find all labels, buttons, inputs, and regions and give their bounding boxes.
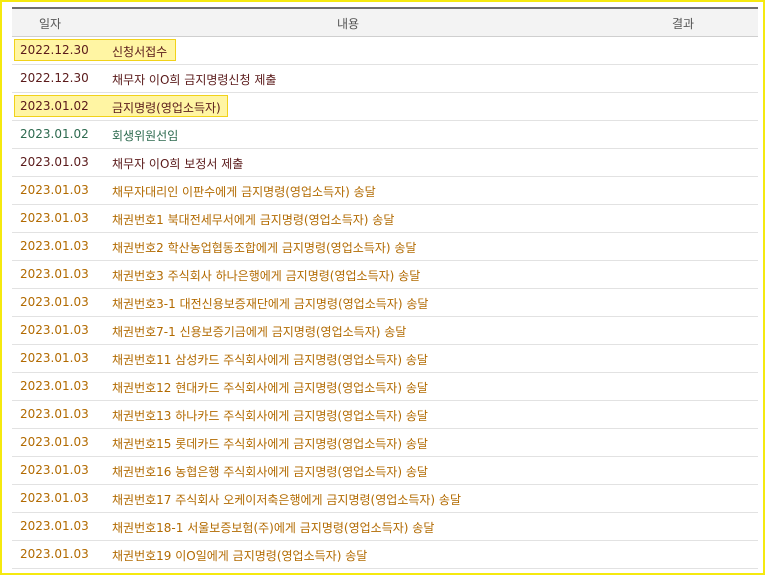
table-row: 2023.01.03 채무자 이O희 보정서 제출 bbox=[12, 149, 758, 177]
row-date: 2023.01.03 bbox=[20, 295, 89, 309]
row-date: 2023.01.03 bbox=[20, 351, 89, 365]
row-date: 2023.01.03 bbox=[20, 183, 89, 197]
row-date: 2023.01.03 bbox=[20, 379, 89, 393]
table-header: 일자 내용 결과 bbox=[12, 7, 758, 37]
row-date: 2023.01.02 bbox=[20, 99, 89, 113]
row-date: 2023.01.03 bbox=[20, 435, 89, 449]
row-date: 2023.01.03 bbox=[20, 407, 89, 421]
header-result: 결과 bbox=[672, 17, 695, 31]
row-date: 2023.01.03 bbox=[20, 239, 89, 253]
row-date: 2023.01.03 bbox=[20, 323, 89, 337]
table-row: 2023.01.03 채권번호17 주식회사 오케이저축은행에게 금지명령(영업… bbox=[12, 485, 758, 513]
row-date: 2022.12.30 bbox=[20, 71, 89, 85]
row-content: 채권번호19 이O일에게 금지명령(영업소득자) 송달 bbox=[112, 549, 368, 563]
table-row: 2023.01.02 금지명령(영업소득자) bbox=[12, 93, 758, 121]
table-row: 2023.01.03 채권번호3 주식회사 하나은행에게 금지명령(영업소득자)… bbox=[12, 261, 758, 289]
row-content: 채권번호12 현대카드 주식회사에게 금지명령(영업소득자) 송달 bbox=[112, 381, 428, 395]
row-content: 채무자 이O희 보정서 제출 bbox=[112, 157, 244, 171]
table-row: 2023.01.03 채권번호2 학산농업협동조합에게 금지명령(영업소득자) … bbox=[12, 233, 758, 261]
table-row: 2023.01.03 채권번호11 삼성카드 주식회사에게 금지명령(영업소득자… bbox=[12, 345, 758, 373]
row-content: 회생위원선임 bbox=[112, 129, 179, 143]
row-content: 채권번호15 롯데카드 주식회사에게 금지명령(영업소득자) 송달 bbox=[112, 437, 428, 451]
header-date: 일자 bbox=[39, 17, 62, 31]
row-date: 2023.01.03 bbox=[20, 155, 89, 169]
row-content: 채권번호11 삼성카드 주식회사에게 금지명령(영업소득자) 송달 bbox=[112, 353, 428, 367]
table-row: 2023.01.03 채권번호3-1 대전신용보증재단에게 금지명령(영업소득자… bbox=[12, 289, 758, 317]
highlight-frame: 일자 내용 결과 2022.12.30 신청서접수 2022.12.30 채무자… bbox=[0, 0, 765, 575]
row-content: 채권번호16 농협은행 주식회사에게 금지명령(영업소득자) 송달 bbox=[112, 465, 428, 479]
row-content: 금지명령(영업소득자) bbox=[112, 101, 221, 115]
table-row: 2023.01.03 채무자대리인 이판수에게 금지명령(영업소득자) 송달 bbox=[12, 177, 758, 205]
row-content: 채권번호1 북대전세무서에게 금지명령(영업소득자) 송달 bbox=[112, 213, 395, 227]
header-content: 내용 bbox=[337, 17, 360, 31]
row-date: 2023.01.03 bbox=[20, 211, 89, 225]
table-row: 2023.01.03 채권번호18-1 서울보증보험(주)에게 금지명령(영업소… bbox=[12, 513, 758, 541]
row-content: 채권번호7-1 신용보증기금에게 금지명령(영업소득자) 송달 bbox=[112, 325, 407, 339]
table-row: 2023.01.03 채권번호1 북대전세무서에게 금지명령(영업소득자) 송달 bbox=[12, 205, 758, 233]
row-content: 채무자대리인 이판수에게 금지명령(영업소득자) 송달 bbox=[112, 185, 376, 199]
row-content: 신청서접수 bbox=[112, 45, 168, 59]
row-content: 채권번호18-1 서울보증보험(주)에게 금지명령(영업소득자) 송달 bbox=[112, 521, 435, 535]
table-row: 2023.01.03 채권번호16 농협은행 주식회사에게 금지명령(영업소득자… bbox=[12, 457, 758, 485]
row-date: 2023.01.03 bbox=[20, 463, 89, 477]
row-content: 채무자 이O희 금지명령신청 제출 bbox=[112, 73, 277, 87]
case-history-table: 일자 내용 결과 2022.12.30 신청서접수 2022.12.30 채무자… bbox=[12, 7, 758, 569]
row-date: 2023.01.03 bbox=[20, 267, 89, 281]
table-row: 2023.01.03 채권번호19 이O일에게 금지명령(영업소득자) 송달 bbox=[12, 541, 758, 569]
table-row: 2023.01.03 채권번호13 하나카드 주식회사에게 금지명령(영업소득자… bbox=[12, 401, 758, 429]
row-date: 2023.01.03 bbox=[20, 547, 89, 561]
row-content: 채권번호2 학산농업협동조합에게 금지명령(영업소득자) 송달 bbox=[112, 241, 417, 255]
row-date: 2023.01.03 bbox=[20, 491, 89, 505]
row-content: 채권번호17 주식회사 오케이저축은행에게 금지명령(영업소득자) 송달 bbox=[112, 493, 462, 507]
row-date: 2022.12.30 bbox=[20, 43, 89, 57]
row-content: 채권번호13 하나카드 주식회사에게 금지명령(영업소득자) 송달 bbox=[112, 409, 428, 423]
row-date: 2023.01.02 bbox=[20, 127, 89, 141]
row-content: 채권번호3 주식회사 하나은행에게 금지명령(영업소득자) 송달 bbox=[112, 269, 421, 283]
table-row: 2022.12.30 신청서접수 bbox=[12, 37, 758, 65]
table-row: 2023.01.03 채권번호7-1 신용보증기금에게 금지명령(영업소득자) … bbox=[12, 317, 758, 345]
table-row: 2023.01.03 채권번호12 현대카드 주식회사에게 금지명령(영업소득자… bbox=[12, 373, 758, 401]
table-row: 2023.01.03 채권번호15 롯데카드 주식회사에게 금지명령(영업소득자… bbox=[12, 429, 758, 457]
table-row: 2023.01.02 회생위원선임 bbox=[12, 121, 758, 149]
row-date: 2023.01.03 bbox=[20, 519, 89, 533]
row-content: 채권번호3-1 대전신용보증재단에게 금지명령(영업소득자) 송달 bbox=[112, 297, 429, 311]
table-row: 2022.12.30 채무자 이O희 금지명령신청 제출 bbox=[12, 65, 758, 93]
